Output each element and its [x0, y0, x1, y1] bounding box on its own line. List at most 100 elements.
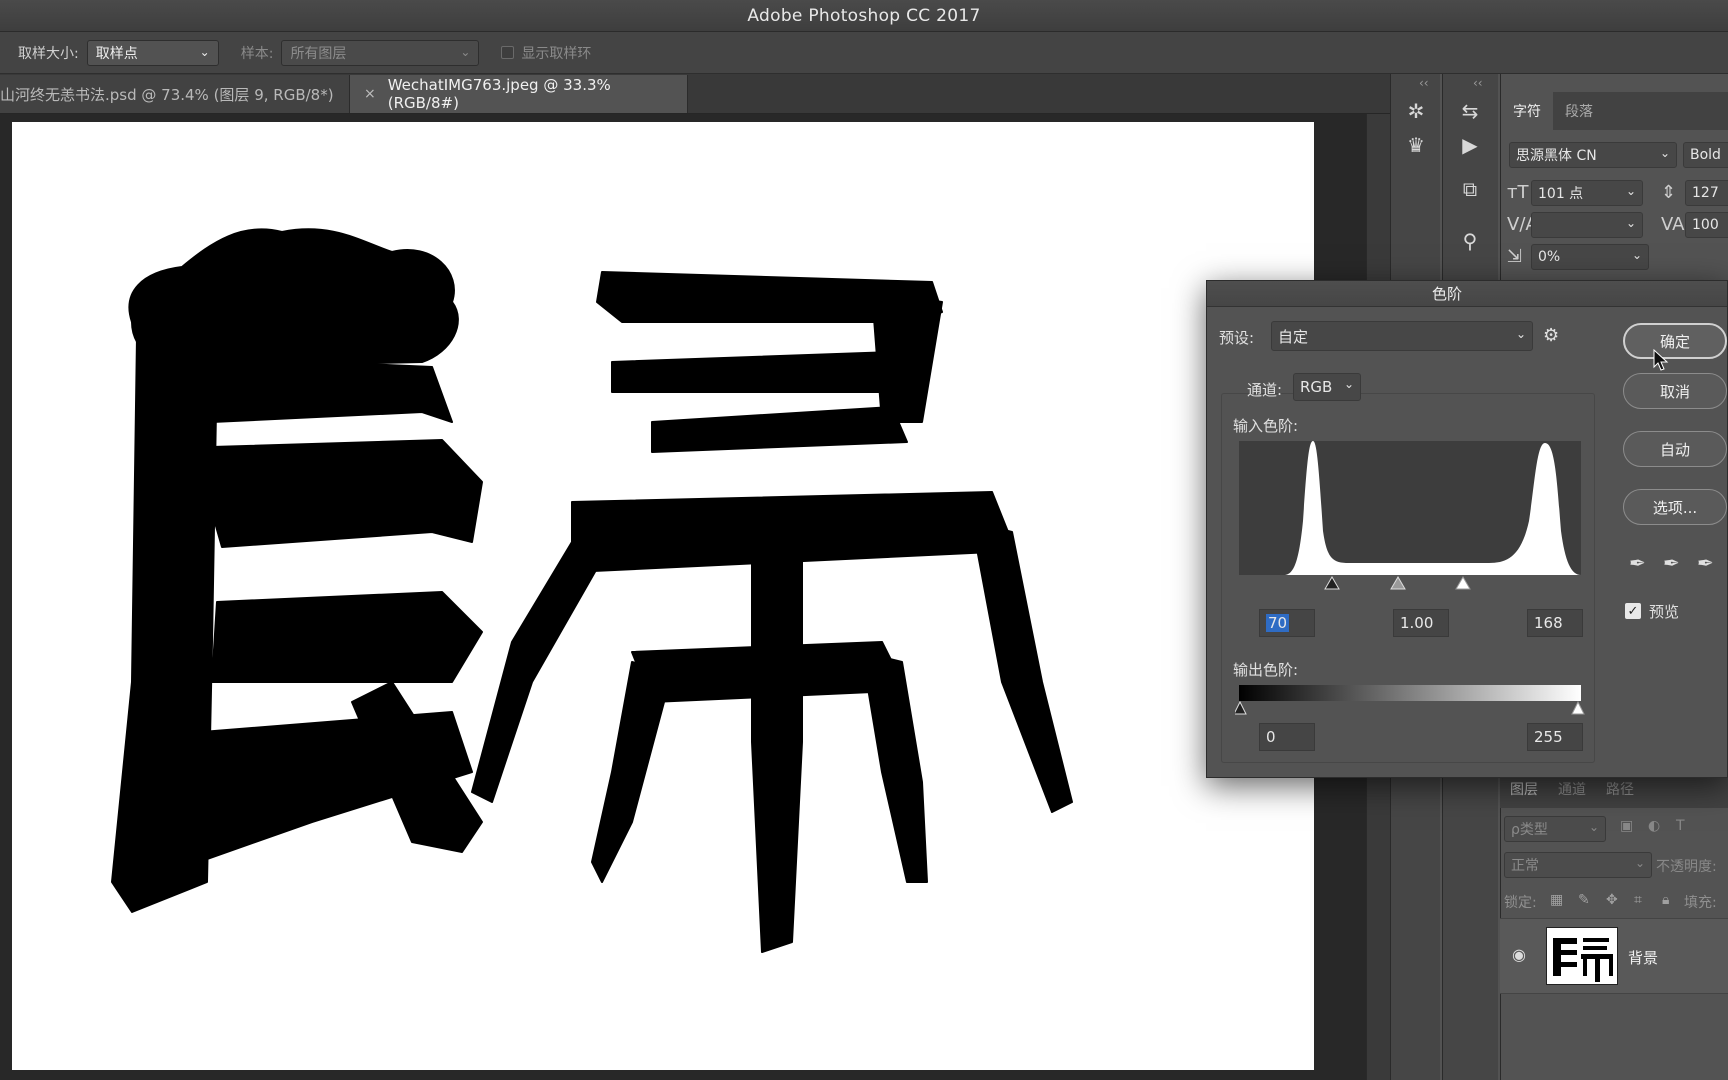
- close-icon[interactable]: ×: [364, 86, 376, 102]
- tracking-value: 100: [1692, 217, 1719, 233]
- tab-layers[interactable]: 图层: [1500, 779, 1548, 799]
- sample-size-select[interactable]: 取样点 ⌄: [86, 39, 219, 66]
- chevron-down-icon: ⌄: [1625, 184, 1636, 198]
- actions-play-icon[interactable]: ▶: [1455, 130, 1485, 160]
- options-button[interactable]: 选项...: [1623, 489, 1727, 525]
- filter-adjustment-icon[interactable]: ◐: [1648, 818, 1660, 834]
- font-size-field[interactable]: 101 点 ⌄: [1531, 180, 1643, 206]
- gray-eyedropper-icon[interactable]: ✒: [1663, 551, 1680, 575]
- chevron-down-icon: ⌄: [1515, 327, 1526, 341]
- kerning-field[interactable]: ⌄: [1531, 212, 1643, 238]
- collapse-dock-icon[interactable]: ‹‹: [1419, 76, 1429, 90]
- character-panel: 字符 段落 思源黑体 CN ⌄ Bold ᴛT 101 点 ⌄ ⇕ 127 V/…: [1500, 74, 1728, 284]
- preset-value: 自定: [1278, 327, 1309, 346]
- options-bar: 取样大小: 取样点 ⌄ 样本: 所有图层 ⌄ 显示取样环: [0, 32, 1728, 74]
- show-ring-checkbox[interactable]: [501, 46, 515, 59]
- preview-label: 预览: [1649, 603, 1680, 621]
- white-eyedropper-icon[interactable]: ✒: [1697, 551, 1714, 575]
- show-ring-label: 显示取样环: [521, 45, 592, 62]
- output-black-slider: [1235, 701, 1247, 715]
- tab-wechat-jpeg[interactable]: × WechatIMG763.jpeg @ 33.3%(RGB/8#): [350, 75, 688, 113]
- eye-visibility-icon[interactable]: ◉: [1512, 945, 1526, 964]
- font-size-value: 101 点: [1538, 186, 1584, 202]
- tab-paragraph[interactable]: 段落: [1553, 92, 1605, 130]
- output-black-field[interactable]: 0: [1259, 723, 1315, 751]
- preview-checkbox[interactable]: ✓: [1625, 603, 1641, 619]
- input-white-value: 168: [1534, 614, 1563, 632]
- output-levels-label: 输出色阶:: [1233, 661, 1299, 679]
- output-white-slider: [1571, 701, 1585, 715]
- brush-stroke: [211, 591, 483, 683]
- brush-presets-icon[interactable]: ♛: [1401, 130, 1431, 160]
- leading-value: 127: [1692, 185, 1719, 201]
- collapse-dock-icon[interactable]: ‹‹: [1473, 76, 1483, 90]
- output-white-field[interactable]: 255: [1527, 723, 1583, 751]
- lock-label: 锁定:: [1504, 895, 1537, 911]
- brush-stroke: [611, 351, 913, 393]
- scale-field[interactable]: 0% ⌄: [1531, 244, 1649, 270]
- layer-filter-select[interactable]: ρ类型 ⌄: [1504, 816, 1606, 842]
- brush-stroke: [471, 541, 613, 803]
- input-white-slider: [1455, 576, 1471, 590]
- calligraphy-artwork: [111, 228, 1073, 953]
- filter-type-icon[interactable]: T: [1676, 818, 1685, 834]
- levels-dialog: 色阶 预设: 自定 ⌄ ⚙ 通道: RGB ⌄ 输入色阶: 70 1.00 16…: [1206, 280, 1728, 778]
- tracking-field[interactable]: 100: [1685, 212, 1728, 238]
- tab-label: 山河终无恙书法.psd @ 73.4% (图层 9, RGB/8*): [0, 85, 334, 104]
- sample-size-label: 取样大小:: [18, 45, 79, 62]
- clone-source-icon[interactable]: ⧉: [1455, 174, 1485, 204]
- document-canvas[interactable]: [12, 122, 1314, 1070]
- lock-paint-icon[interactable]: ✎: [1578, 892, 1590, 908]
- lock-all-icon[interactable]: 🔒︎: [1662, 892, 1669, 908]
- brush-stroke: [651, 406, 908, 453]
- leading-icon: ⇕: [1661, 182, 1677, 203]
- input-black-slider: [1324, 576, 1340, 590]
- chevron-down-icon: ⌄: [1659, 146, 1670, 160]
- lock-artboard-icon[interactable]: ⌗: [1634, 892, 1642, 908]
- canvas-area[interactable]: [0, 114, 1390, 1080]
- input-black-field[interactable]: 70: [1259, 609, 1315, 637]
- chevron-down-icon: ⌄: [1625, 216, 1636, 230]
- font-style-select[interactable]: Bold: [1683, 142, 1728, 168]
- input-slider-track[interactable]: [1239, 575, 1581, 593]
- preset-select[interactable]: 自定 ⌄: [1271, 321, 1533, 351]
- brush-stroke: [861, 651, 928, 883]
- layer-row-background[interactable]: ◉ 背景: [1500, 918, 1728, 994]
- cancel-button[interactable]: 取消: [1623, 373, 1727, 409]
- output-white-value: 255: [1534, 728, 1563, 746]
- scale-value: 0%: [1538, 249, 1561, 265]
- input-gamma-slider: [1390, 576, 1406, 590]
- tab-character[interactable]: 字符: [1501, 92, 1553, 130]
- font-family-select[interactable]: 思源黑体 CN ⌄: [1509, 142, 1677, 168]
- brush-stroke: [201, 356, 453, 423]
- input-white-field[interactable]: 168: [1527, 609, 1583, 637]
- histogram-fill: [1239, 441, 1581, 575]
- ok-button[interactable]: 确定: [1623, 323, 1727, 359]
- tracking-icon: VA: [1661, 214, 1685, 235]
- brush-settings-icon[interactable]: ✲: [1401, 96, 1431, 126]
- input-gamma-field[interactable]: 1.00: [1393, 609, 1449, 637]
- blend-mode-value: 正常: [1511, 858, 1539, 874]
- tab-paths[interactable]: 路径: [1596, 779, 1644, 799]
- history-icon[interactable]: ⇆: [1455, 96, 1485, 126]
- output-slider-track[interactable]: [1235, 701, 1585, 717]
- dialog-title: 色阶: [1431, 285, 1462, 303]
- sample-select[interactable]: 所有图层 ⌄: [281, 39, 480, 66]
- channel-select[interactable]: RGB ⌄: [1293, 373, 1361, 401]
- tab-calligraphy-psd[interactable]: 山河终无恙书法.psd @ 73.4% (图层 9, RGB/8*): [0, 75, 350, 113]
- character-panel-tabs: 字符 段落: [1501, 92, 1728, 130]
- brush-stroke: [211, 439, 483, 548]
- auto-button[interactable]: 自动: [1623, 431, 1727, 467]
- preset-options-gear-icon[interactable]: ⚙: [1543, 325, 1559, 346]
- tab-channels[interactable]: 通道: [1548, 779, 1596, 799]
- dialog-title-bar[interactable]: 色阶: [1207, 281, 1727, 307]
- document-tabs: 山河终无恙书法.psd @ 73.4% (图层 9, RGB/8*) × Wec…: [0, 74, 1390, 114]
- fill-label: 填充:: [1684, 895, 1717, 911]
- leading-field[interactable]: 127: [1685, 180, 1728, 206]
- lock-transparent-icon[interactable]: ▦: [1550, 892, 1563, 908]
- black-eyedropper-icon[interactable]: ✒: [1629, 551, 1646, 575]
- filter-image-icon[interactable]: ▣: [1620, 818, 1633, 834]
- lock-move-icon[interactable]: ✥: [1606, 892, 1618, 908]
- tool-presets-icon[interactable]: ⚲: [1455, 226, 1485, 256]
- blend-mode-select[interactable]: 正常 ⌄: [1504, 852, 1652, 878]
